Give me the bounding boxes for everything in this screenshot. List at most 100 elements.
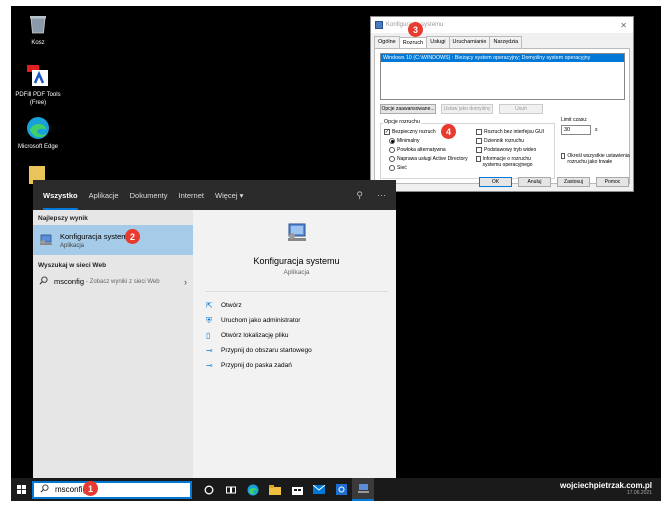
search-icon [39, 276, 48, 287]
action-label: Otwórz lokalizację pliku [221, 332, 289, 339]
edge-taskbar-icon[interactable] [242, 478, 264, 501]
os-boot-info-checkbox[interactable]: Informacje o rozruchu systemu operacyjne… [476, 156, 546, 168]
outlook-icon[interactable] [330, 478, 352, 501]
start-search-panel: Wszystko Aplikacje Dokumenty Internet Wi… [33, 180, 396, 482]
action-label: Przypnij do paska zadań [221, 362, 292, 369]
base-video-checkbox[interactable]: Podstawowy tryb wideo [476, 147, 536, 153]
desktop-icon-label: Microsoft Edge [17, 144, 59, 150]
cancel-button[interactable]: Anuluj [518, 177, 551, 187]
chevron-right-icon[interactable]: › [184, 277, 187, 287]
store-icon[interactable] [286, 478, 308, 501]
checkbox-icon [476, 129, 482, 135]
desktop-icon-label: PDFill PDF Tools (Free) [15, 92, 61, 106]
web-search-result[interactable]: msconfig - Zobacz wyniki z sieci Web › [33, 272, 193, 291]
radio-ad-repair[interactable]: Naprawa usługi Active Directory [389, 156, 468, 162]
desktop-icon-recycle-bin[interactable]: Kosz [11, 12, 65, 47]
windows-logo-icon [17, 485, 26, 494]
file-explorer-icon[interactable] [264, 478, 286, 501]
step-badge-1: 1 [83, 481, 98, 496]
tab-documents[interactable]: Dokumenty [130, 180, 168, 210]
checkbox-label: Informacje o rozruchu systemu operacyjne… [482, 156, 533, 168]
msconfig-app-icon [39, 234, 53, 246]
best-match-subtitle: Aplikacja [60, 242, 85, 249]
ok-button[interactable]: OK [479, 177, 512, 187]
boot-options-label: Opcje rozruchu [383, 119, 421, 125]
os-list-item[interactable]: Windows 10 (C:\WINDOWS) : Bieżący system… [381, 54, 624, 62]
tab-apps[interactable]: Aplikacje [89, 180, 119, 210]
results-list: Najlepszy wynik Konfiguracja systemu Apl… [33, 210, 193, 482]
open-icon: ⇱ [206, 301, 213, 310]
msconfig-app-icon [375, 21, 383, 29]
safe-boot-checkbox[interactable]: ✓ Bezpieczny rozruch [384, 129, 436, 135]
step-badge-4: 4 [441, 124, 456, 139]
pin-icon: ⊸ [206, 361, 213, 370]
os-list[interactable]: Windows 10 (C:\WINDOWS) : Bieżący system… [380, 53, 625, 100]
taskbar-search-box[interactable]: msconfig [32, 480, 192, 499]
action-label: Uruchom jako administrator [221, 317, 301, 324]
result-detail-pane: Konfiguracja systemu Aplikacja ⇱ Otwórz ⛨… [197, 210, 396, 482]
close-icon[interactable]: ✕ [620, 21, 627, 30]
delete-button[interactable]: Usuń [499, 104, 543, 114]
checkbox-label: Rozruch bez interfejsu GUI [484, 129, 545, 135]
advanced-options-button[interactable]: Opcje zaawansowane... [380, 104, 436, 114]
recycle-bin-icon [26, 12, 50, 36]
timeout-label: Limit czasu: [561, 117, 588, 123]
action-run-as-admin[interactable]: ⛨ Uruchom jako administrator [206, 313, 396, 328]
checkbox-icon [476, 156, 481, 162]
file-location-icon: ▯ [206, 331, 211, 340]
action-open-file-location[interactable]: ▯ Otwórz lokalizację pliku [206, 328, 396, 343]
topbar-actions: ⚲ ··· [356, 190, 386, 201]
watermark-text: wojciechpietrzak.com.pl [559, 481, 652, 490]
tab-tools[interactable]: Narzędzia [489, 36, 523, 48]
mail-icon[interactable] [308, 478, 330, 501]
detail-subtitle: Aplikacja [283, 269, 310, 276]
detail-actions: ⇱ Otwórz ⛨ Uruchom jako administrator ▯ Otw… [197, 292, 396, 373]
tab-startup[interactable]: Uruchamianie [448, 36, 491, 48]
tab-web[interactable]: Internet [179, 180, 204, 210]
checkbox-label: Dziennik rozruchu [484, 138, 525, 144]
radio-network[interactable]: Sieć [389, 165, 407, 171]
radio-selected-icon [389, 138, 395, 144]
radio-icon [389, 165, 395, 171]
watermark: wojciechpietrzak.com.pl 17.06.2021 [560, 481, 652, 496]
tab-general[interactable]: Ogólne [374, 36, 400, 48]
action-open[interactable]: ⇱ Otwórz [206, 298, 396, 313]
best-match-result[interactable]: Konfiguracja systemu Aplikacja [33, 225, 193, 255]
checkbox-icon [476, 147, 482, 153]
safe-boot-label: Bezpieczny rozruch [392, 129, 436, 135]
radio-alternate-shell[interactable]: Powłoka alternatywna [389, 147, 446, 153]
start-button[interactable] [11, 478, 32, 501]
best-match-header: Najlepszy wynik [38, 215, 88, 222]
more-options-icon[interactable]: ··· [377, 190, 386, 201]
desktop-icon-edge[interactable]: Microsoft Edge [11, 116, 65, 151]
tab-more[interactable]: Więcej ▾ [215, 180, 243, 210]
timeout-input[interactable]: 30 [561, 125, 591, 135]
radio-label: Naprawa usługi Active Directory [397, 156, 468, 162]
radio-minimal[interactable]: Minimalny [389, 138, 420, 144]
action-label: Otwórz [221, 302, 242, 309]
action-pin-to-start[interactable]: ⊸ Przypnij do obszaru startowego [206, 343, 396, 358]
cortana-icon[interactable] [198, 478, 220, 501]
desktop-icon-pdfill[interactable]: PDFill PDF Tools (Free) [11, 64, 65, 107]
apply-button[interactable]: Zastosuj [557, 177, 590, 187]
radio-icon [389, 156, 395, 162]
msconfig-window: Konfiguracja systemu ✕ Ogólne Rozruch Us… [370, 16, 634, 192]
radio-icon [389, 147, 395, 153]
set-default-button[interactable]: Ustaw jako domyślny [441, 104, 493, 114]
feedback-icon[interactable]: ⚲ [356, 190, 363, 201]
tray-date: 17.06.2021 [626, 490, 652, 496]
action-pin-to-taskbar[interactable]: ⊸ Przypnij do paska zadań [206, 358, 396, 373]
task-view-icon[interactable] [220, 478, 242, 501]
no-gui-checkbox[interactable]: Rozruch bez interfejsu GUI [476, 129, 544, 135]
web-query-text: msconfig [54, 277, 85, 286]
timeout-unit: s [595, 127, 598, 133]
screen: Kosz PDFill PDF Tools (Free) Microsoft E… [11, 6, 661, 501]
tab-all[interactable]: Wszystko [43, 180, 78, 210]
help-button[interactable]: Pomoc [596, 177, 629, 187]
search-icon [40, 484, 49, 495]
tab-services[interactable]: Usługi [426, 36, 450, 48]
checkbox-label: Podstawowy tryb wideo [484, 147, 537, 153]
msconfig-taskbar-icon[interactable] [352, 478, 374, 501]
make-permanent-checkbox[interactable]: Określ wszystkie ustawienia rozruchu jak… [561, 153, 633, 165]
boot-log-checkbox[interactable]: Dziennik rozruchu [476, 138, 524, 144]
